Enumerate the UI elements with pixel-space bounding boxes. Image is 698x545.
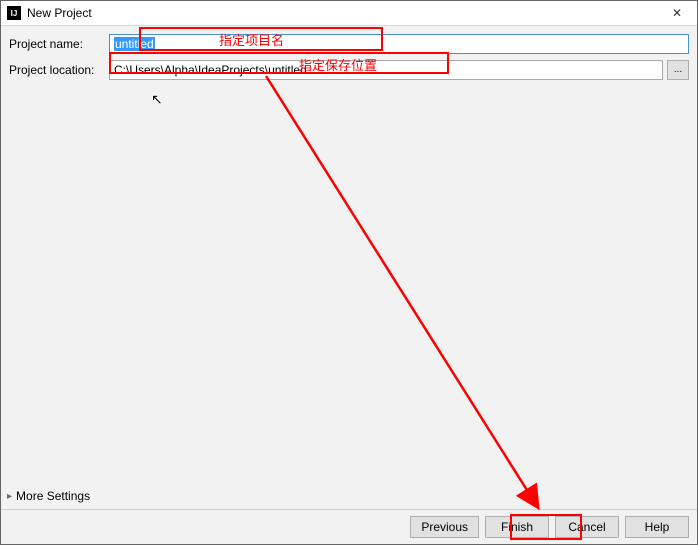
dialog-footer: Previous Finish Cancel Help	[1, 509, 697, 544]
expand-icon: ▸	[7, 491, 12, 502]
project-name-row: Project name: untitled	[9, 34, 689, 54]
project-location-row: Project location: C:\Users\Alpha\IdeaPro…	[9, 60, 689, 80]
more-settings-toggle[interactable]: ▸ More Settings	[1, 485, 697, 509]
project-location-label: Project location:	[9, 63, 109, 77]
project-name-input[interactable]: untitled	[109, 34, 689, 54]
dialog-body	[1, 90, 697, 485]
help-button[interactable]: Help	[625, 516, 689, 538]
titlebar: IJ New Project ✕	[1, 1, 697, 26]
app-icon: IJ	[7, 6, 21, 20]
previous-button[interactable]: Previous	[410, 516, 479, 538]
browse-button[interactable]: ...	[667, 60, 689, 80]
project-name-value: untitled	[114, 37, 155, 51]
project-location-value: C:\Users\Alpha\IdeaProjects\untitled	[114, 63, 307, 77]
finish-button[interactable]: Finish	[485, 516, 549, 538]
window-title: New Project	[27, 6, 661, 20]
close-icon[interactable]: ✕	[661, 3, 693, 23]
more-settings-label: More Settings	[16, 489, 90, 503]
project-name-label: Project name:	[9, 37, 109, 51]
new-project-dialog: IJ New Project ✕ Project name: untitled …	[0, 0, 698, 545]
cancel-button[interactable]: Cancel	[555, 516, 619, 538]
project-location-input[interactable]: C:\Users\Alpha\IdeaProjects\untitled	[109, 60, 663, 80]
form-area: Project name: untitled Project location:…	[1, 26, 697, 90]
